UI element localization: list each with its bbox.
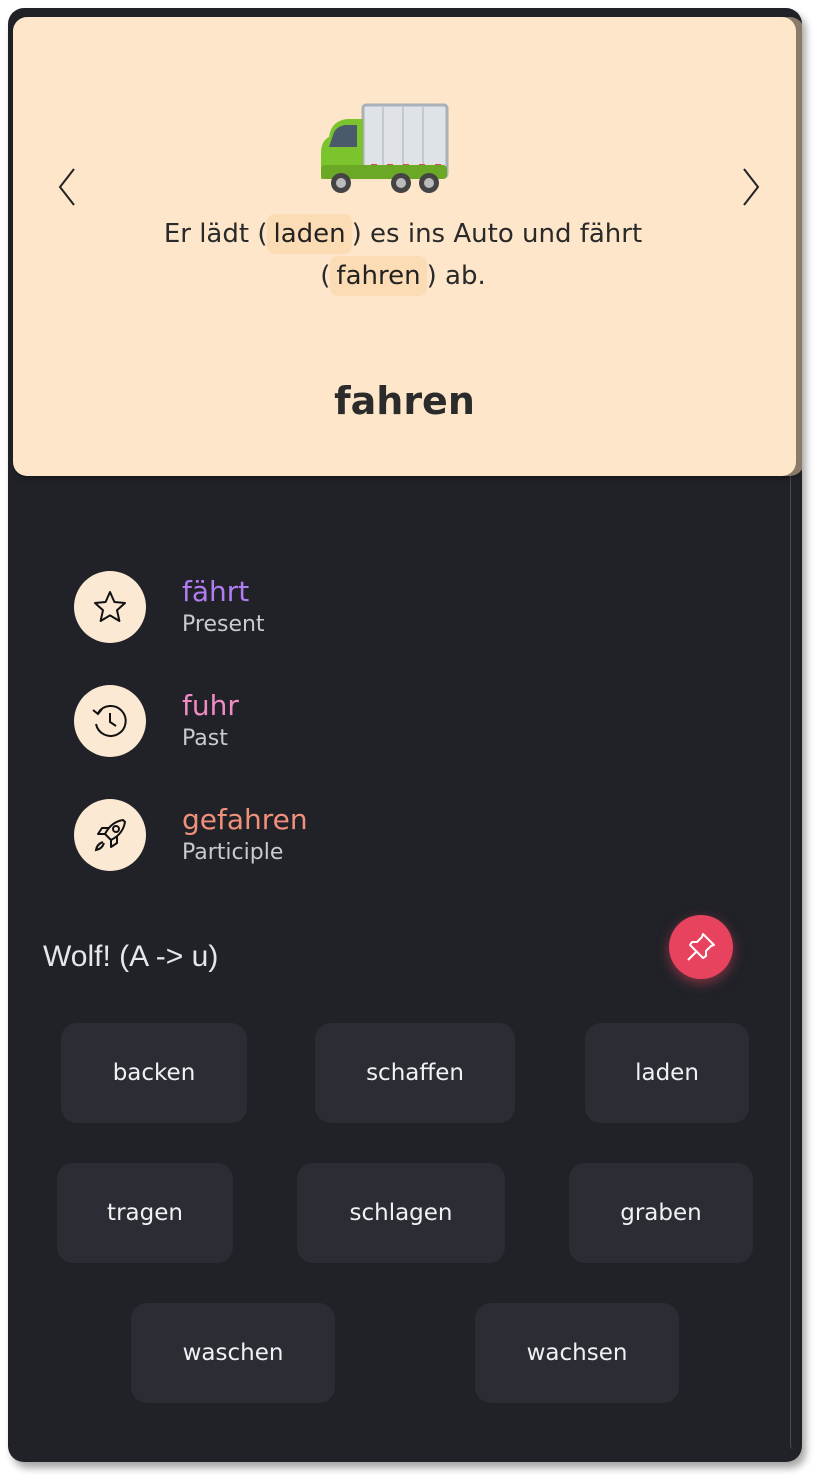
form-past: fuhr Past <box>74 681 239 761</box>
chevron-right-icon <box>743 168 760 206</box>
related-verb-chip[interactable]: schlagen <box>297 1163 505 1263</box>
form-present: fährt Present <box>74 567 265 647</box>
verb-group-title: Wolf! (A -> u) <box>43 940 219 973</box>
form-value: fährt <box>182 575 250 608</box>
related-verb-chip[interactable]: wachsen <box>475 1303 679 1403</box>
related-verb-chip[interactable]: laden <box>585 1023 749 1123</box>
form-participle: gefahren Participle <box>74 795 308 875</box>
rocket-icon <box>74 799 146 871</box>
form-value: gefahren <box>182 803 308 836</box>
sentence-text-2: es ins Auto und fährt <box>370 219 643 249</box>
related-verb-chip[interactable]: waschen <box>131 1303 335 1403</box>
sentence-text-3: ab. <box>445 261 486 291</box>
related-verb-chip[interactable]: backen <box>61 1023 247 1123</box>
app-window: Er lädt (laden) es ins Auto und fährt (f… <box>8 8 802 1462</box>
example-sentence: Er lädt (laden) es ins Auto und fährt (f… <box>73 213 733 297</box>
form-label: Participle <box>182 840 284 865</box>
truck-emoji <box>321 103 449 193</box>
flashcard[interactable]: Er lädt (laden) es ins Auto und fährt (f… <box>13 17 796 476</box>
clock-rewind-icon <box>74 685 146 757</box>
star-icon <box>74 571 146 643</box>
chevron-left-icon <box>58 168 75 206</box>
form-label: Present <box>182 612 265 637</box>
verb-hint-chip[interactable]: fahren <box>330 256 427 296</box>
previous-card-button[interactable] <box>47 165 87 209</box>
pin-button[interactable] <box>669 915 733 979</box>
related-verb-chip[interactable]: tragen <box>57 1163 233 1263</box>
pin-icon <box>687 933 715 961</box>
related-verb-chip[interactable]: graben <box>569 1163 753 1263</box>
sentence-text-1: Er lädt <box>163 219 250 249</box>
form-value: fuhr <box>182 689 239 722</box>
next-card-button[interactable] <box>731 165 771 209</box>
verb-hint-chip[interactable]: laden <box>267 214 352 254</box>
infinitive-verb: fahren <box>334 379 475 423</box>
form-label: Past <box>182 726 228 751</box>
related-verb-chip[interactable]: schaffen <box>315 1023 515 1123</box>
